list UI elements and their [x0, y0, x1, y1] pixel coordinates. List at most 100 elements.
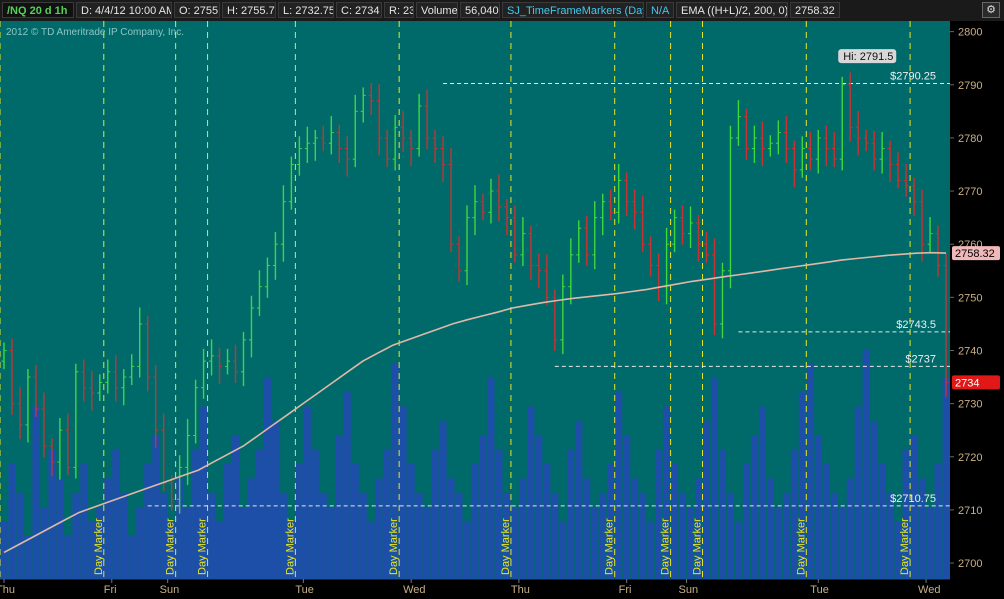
volume-bar [575, 420, 583, 579]
day-marker-label: Day Marker [660, 518, 672, 575]
volume-bar [806, 363, 814, 579]
y-tick-label: 2700 [958, 558, 982, 570]
volume-bar [447, 478, 455, 579]
study-value: N/A [646, 2, 674, 18]
datetime-readout: D: 4/4/12 10:00 AM [76, 2, 172, 18]
price-level-label: $2790.25 [890, 70, 936, 82]
day-marker-label: Day Marker [604, 518, 616, 575]
volume-bar [24, 535, 32, 579]
volume-bar [136, 507, 144, 579]
range-readout: R: 23 [384, 2, 414, 18]
price-level-label: $2743.5 [896, 319, 936, 331]
volume-bar [703, 420, 711, 579]
ema-study-name[interactable]: EMA ((H+L)/2, 200, 0) [676, 2, 788, 18]
volume-bar [838, 507, 846, 579]
volume-bar [32, 406, 40, 579]
y-tick-label: 2710 [958, 505, 982, 517]
volume-bar [471, 464, 479, 579]
price-level-label: $2710.75 [890, 493, 936, 505]
volume-bar [407, 464, 415, 579]
chart-header: /NQ 20 d 1h D: 4/4/12 10:00 AM O: 2755 H… [0, 0, 1004, 22]
volume-bar [862, 349, 870, 579]
symbol-label[interactable]: /NQ 20 d 1h [2, 2, 74, 18]
volume-bar [327, 507, 335, 579]
x-tick-label: Wed [403, 584, 425, 596]
volume-bar [583, 478, 591, 579]
volume-bar [543, 464, 551, 579]
day-marker-label: Day Marker [284, 518, 296, 575]
volume-bar [766, 478, 774, 579]
volume-bar [367, 521, 375, 579]
day-marker-label: Day Marker [899, 518, 911, 575]
low-readout: L: 2732.75 [278, 2, 334, 18]
y-tick-label: 2800 [958, 27, 982, 39]
volume-bar [846, 478, 854, 579]
volume-bar [232, 435, 239, 579]
volume-bar [431, 449, 439, 579]
y-tick-label: 2780 [958, 133, 982, 145]
copyright-text: 2012 © TD Ameritrade IP Company, Inc. [6, 27, 184, 38]
volume-bar [335, 435, 343, 579]
volume-bar [247, 478, 255, 579]
volume-bar [854, 406, 862, 579]
day-marker-label: Day Marker [500, 518, 512, 575]
x-tick-label: Thu [0, 584, 15, 596]
volume-bar [303, 406, 311, 579]
volume-bar [351, 464, 359, 579]
x-tick-label: Tue [810, 584, 829, 596]
volume-bar [567, 449, 575, 579]
volume-bar [104, 478, 112, 579]
volume-bar [239, 507, 247, 579]
y-tick-label: 2770 [958, 186, 982, 198]
y-tick-label: 2750 [958, 292, 982, 304]
study-name[interactable]: SJ_TimeFrameMarkers (Day) [502, 2, 644, 18]
volume-bar [910, 435, 918, 579]
day-marker-label: Day Marker [0, 518, 1, 575]
volume-bar [216, 521, 224, 579]
x-tick-label: Thu [511, 584, 530, 596]
volume-label: Volume [416, 2, 458, 18]
day-marker-label: Day Marker [93, 518, 105, 575]
day-marker-label: Day Marker [388, 518, 400, 575]
volume-bar [878, 464, 886, 579]
x-tick-label: Wed [918, 584, 940, 596]
chart-settings-icon[interactable]: ⚙ [982, 2, 1000, 18]
volume-bar [295, 464, 303, 579]
current-price-bubble: 2734 [955, 377, 979, 389]
volume-bar [271, 420, 279, 579]
day-marker-label: Day Marker [692, 518, 704, 575]
y-tick-label: 2720 [958, 452, 982, 464]
volume-bar [72, 492, 80, 579]
volume-bar [152, 435, 160, 579]
volume-bar [647, 521, 655, 579]
volume-bar [527, 406, 535, 579]
x-tick-label: Sun [160, 584, 180, 596]
volume-bar [934, 464, 942, 579]
volume-bar [591, 507, 599, 579]
volume-bar [263, 377, 271, 579]
volume-bar [16, 492, 24, 579]
x-tick-label: Tue [295, 584, 314, 596]
volume-value: 56,040 [460, 2, 500, 18]
volume-bar [822, 464, 830, 579]
volume-bar [559, 521, 567, 579]
volume-bar [535, 435, 543, 579]
volume-bar [750, 435, 758, 579]
volume-bar [439, 420, 447, 579]
x-tick-label: Fri [104, 584, 117, 596]
volume-bar [144, 464, 152, 579]
volume-bar [120, 492, 128, 579]
y-tick-label: 2730 [958, 399, 982, 411]
volume-bar [711, 377, 718, 579]
volume-bar [718, 449, 726, 579]
volume-bar [64, 535, 72, 579]
ema-price-bubble: 2758.32 [955, 248, 995, 260]
volume-bar [519, 478, 527, 579]
volume-bar [742, 464, 750, 579]
high-label: Hi: 2791.5 [843, 51, 893, 63]
volume-bar [423, 507, 431, 579]
volume-bar [631, 478, 639, 579]
day-marker-label: Day Marker [165, 518, 177, 575]
price-chart[interactable]: 2012 © TD Ameritrade IP Company, Inc. 270… [0, 21, 1004, 579]
day-marker-label: Day Marker [197, 518, 209, 575]
